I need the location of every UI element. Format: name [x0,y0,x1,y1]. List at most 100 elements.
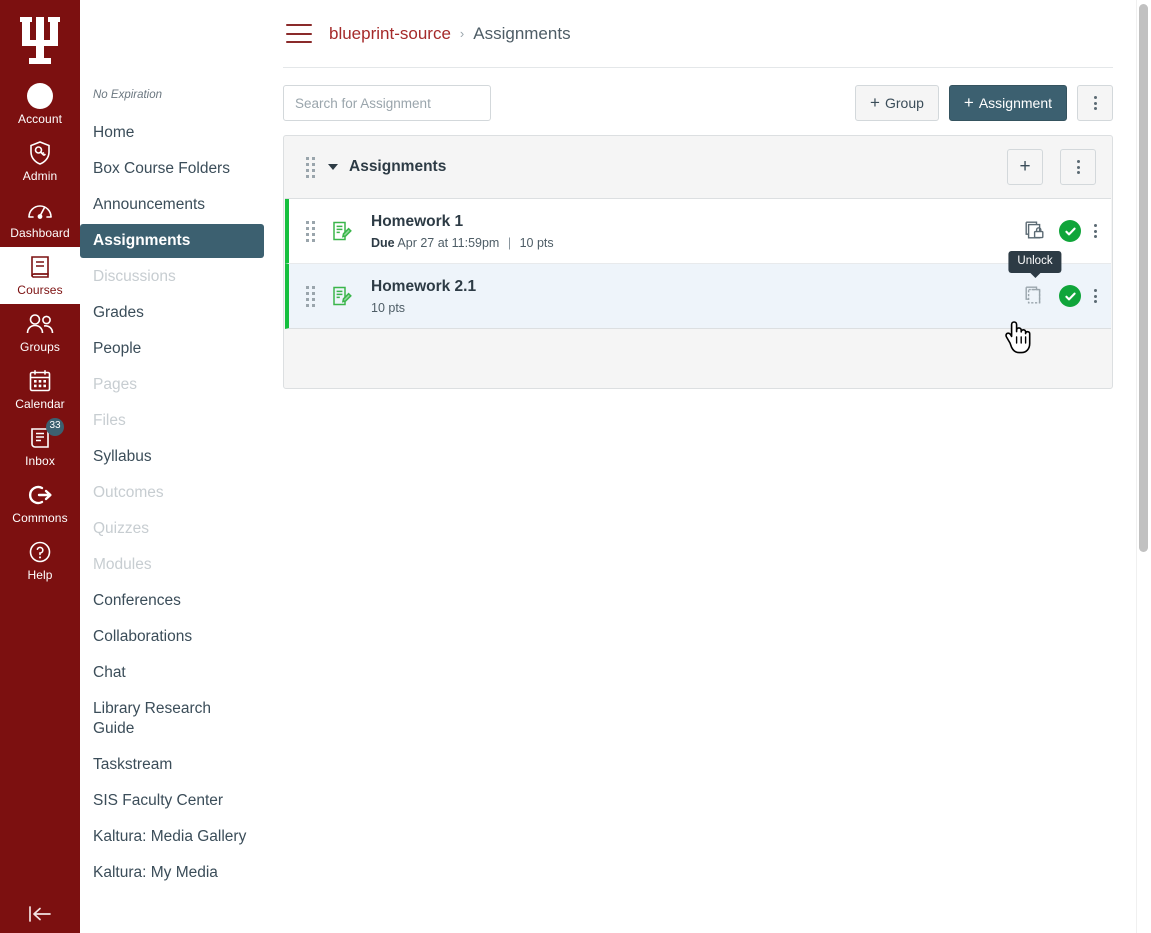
global-nav-inbox[interactable]: 33 Inbox [0,418,80,475]
canvas-assignments-page: Account Admin Dashboard Courses Groups C… [0,0,1151,933]
breadcrumb: blueprint-source › Assignments [329,24,571,44]
plus-icon: + [1019,155,1031,177]
course-nav-syllabus[interactable]: Syllabus [80,440,264,474]
course-nav-pages[interactable]: Pages [80,368,264,402]
global-nav-inbox-label: Inbox [25,454,55,468]
breadcrumb-separator: › [459,26,465,41]
global-nav-admin-label: Admin [22,169,58,183]
course-nav-taskstream[interactable]: Taskstream [80,748,264,782]
course-nav-modules[interactable]: Modules [80,548,264,582]
global-nav-courses[interactable]: Courses [0,247,80,304]
course-nav-home[interactable]: Home [80,116,264,150]
drag-handle-icon[interactable] [306,220,315,242]
people-icon [25,311,55,337]
blueprint-locked-icon[interactable] [1024,220,1046,242]
points-value: 10 pts [371,300,406,315]
course-nav-grades[interactable]: Grades [80,296,264,330]
add-group-label: Group [884,95,924,111]
assignment-meta: Due Apr 27 at 11:59pm | 10 pts [371,235,1024,251]
global-nav-commons-label: Commons [12,511,68,525]
course-nav-library-research-guide[interactable]: Library Research Guide [80,692,264,746]
breadcrumb-course-link[interactable]: blueprint-source [329,24,451,44]
search-input[interactable] [283,85,491,121]
assignment-row-actions: Unlock [1008,251,1097,307]
drag-handle-icon[interactable] [306,285,315,307]
course-nav-collaborations[interactable]: Collaborations [80,620,264,654]
assignment-more-options-button[interactable] [1094,224,1097,238]
assignment-info: Homework 2.1 10 pts [371,277,1024,316]
course-nav-conferences[interactable]: Conferences [80,584,264,618]
vertical-scrollbar[interactable] [1136,0,1151,933]
caret-down-icon[interactable] [328,164,338,170]
kebab-menu-icon [1093,96,1097,110]
iu-trident-logo[interactable] [0,4,80,76]
course-term-label: No Expiration [93,89,163,101]
blueprint-unlocked-icon[interactable]: Unlock [1008,251,1062,307]
global-nav-commons[interactable]: Commons [0,475,80,532]
unlock-tooltip: Unlock [1008,251,1062,278]
course-nav-outcomes[interactable]: Outcomes [80,476,264,510]
table-row[interactable]: Homework 1 Due Apr 27 at 11:59pm | 10 pt… [285,199,1111,264]
drag-handle-icon[interactable] [306,156,315,178]
group-more-options-button[interactable] [1060,149,1096,185]
global-navigation: Account Admin Dashboard Courses Groups C… [0,0,80,933]
published-check-icon[interactable] [1059,285,1081,307]
avatar-icon [27,83,53,109]
assignment-title-link[interactable]: Homework 2.1 [371,277,1024,297]
global-nav-help-label: Help [27,568,53,582]
course-nav-chat[interactable]: Chat [80,656,264,690]
global-nav-courses-label: Courses [17,283,63,297]
course-nav-kaltura-media-gallery[interactable]: Kaltura: Media Gallery [80,820,264,854]
assignment-list: Homework 1 Due Apr 27 at 11:59pm | 10 pt… [285,198,1111,329]
add-assignment-to-group-button[interactable]: + [1007,149,1043,185]
assignment-more-options-button[interactable] [1094,289,1097,303]
global-nav-dashboard[interactable]: Dashboard [0,190,80,247]
add-group-button[interactable]: + Group [855,85,939,121]
global-nav-help[interactable]: Help [0,532,80,589]
global-nav-account-label: Account [17,112,63,126]
global-nav-groups[interactable]: Groups [0,304,80,361]
assignment-meta: 10 pts [371,300,1024,316]
assignment-title-link[interactable]: Homework 1 [371,212,1024,232]
table-row[interactable]: Homework 2.1 10 pts Unlock [285,251,1111,329]
add-assignment-button[interactable]: + Assignment [948,85,1067,121]
assignment-icon [331,285,353,307]
course-nav-announcements[interactable]: Announcements [80,188,264,222]
global-nav-admin[interactable]: Admin [0,133,80,190]
assignment-info: Homework 1 Due Apr 27 at 11:59pm | 10 pt… [371,212,1024,251]
course-nav-kaltura-my-media[interactable]: Kaltura: My Media [80,856,264,890]
course-nav-sis-faculty-center[interactable]: SIS Faculty Center [80,784,264,818]
commons-arrow-icon [27,482,53,508]
kebab-menu-icon [1094,289,1097,303]
global-nav-calendar-label: Calendar [15,397,65,411]
course-nav-box-course-folders[interactable]: Box Course Folders [80,152,264,186]
course-nav-assignments[interactable]: Assignments [80,224,264,258]
inbox-unread-badge: 33 [46,418,64,436]
published-check-icon[interactable] [1059,220,1081,242]
collapse-left-icon[interactable] [0,903,80,925]
book-icon [29,254,51,280]
plus-icon: + [963,92,974,112]
course-nav-discussions[interactable]: Discussions [80,260,264,294]
breadcrumb-bar: blueprint-source › Assignments [283,0,1113,68]
global-nav-account[interactable]: Account [0,76,80,133]
due-label: Due [371,235,395,250]
scrollbar-thumb[interactable] [1139,4,1148,552]
kebab-menu-icon [1076,160,1080,174]
course-nav-people[interactable]: People [80,332,264,366]
global-nav-groups-label: Groups [20,340,60,354]
course-nav-quizzes[interactable]: Quizzes [80,512,264,546]
assignment-row-actions [1024,220,1097,242]
kebab-menu-icon [1094,224,1097,238]
add-assignment-label: Assignment [978,95,1052,111]
global-nav-calendar[interactable]: Calendar [0,361,80,418]
assignment-icon [331,220,353,242]
assignments-more-options-button[interactable] [1077,85,1113,121]
main-content: blueprint-source › Assignments + Group +… [265,0,1151,933]
inbox-icon: 33 [28,418,64,451]
course-navigation: No Expiration Home Box Course Folders An… [80,0,265,933]
meta-separator: | [507,235,512,250]
hamburger-icon[interactable] [286,24,312,43]
course-nav-files[interactable]: Files [80,404,264,438]
calendar-icon [28,368,52,394]
